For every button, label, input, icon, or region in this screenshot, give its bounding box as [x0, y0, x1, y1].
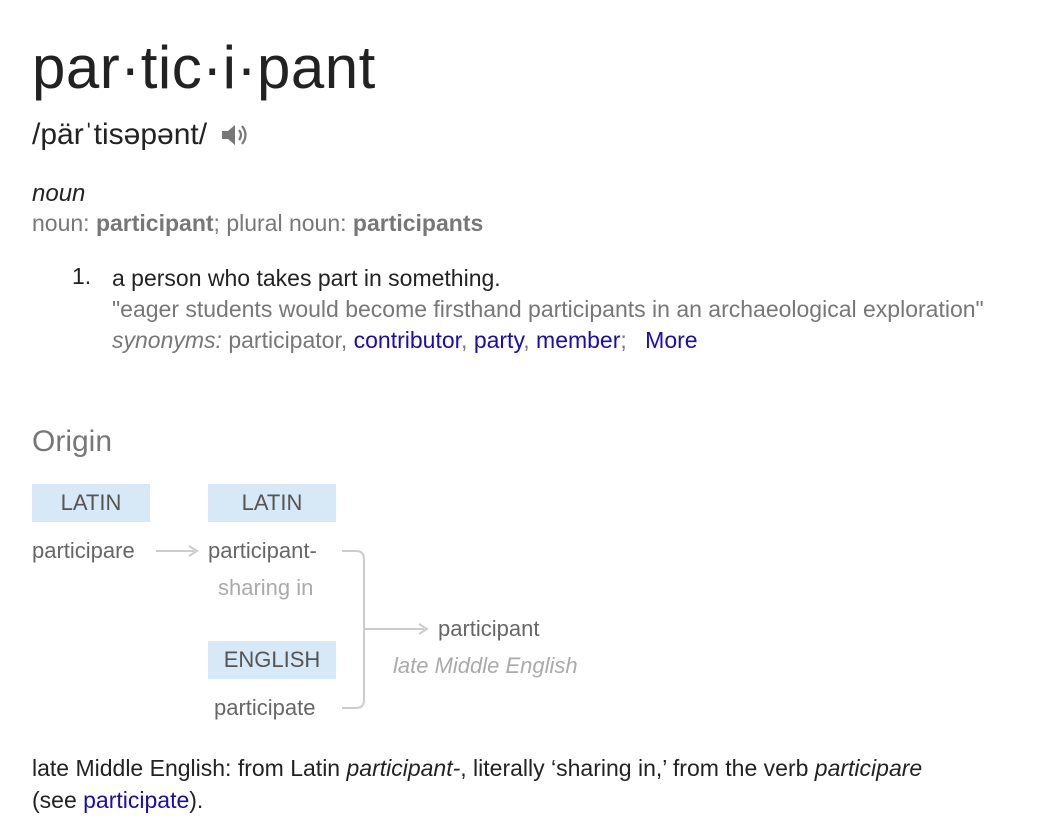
etymology-summary: late Middle English: from Latin particip…	[32, 752, 1052, 816]
summary-text-1: late Middle English: from Latin	[32, 755, 347, 781]
language-badge-latin-1: LATIN	[32, 484, 150, 522]
language-badge-english: ENGLISH	[208, 641, 336, 679]
etymology-result-gloss: late Middle English	[393, 653, 578, 678]
etymon-participant: participant-	[208, 538, 317, 563]
summary-text-4: ).	[189, 787, 204, 813]
summary-text-3: (see	[32, 787, 84, 813]
etymology-result-word: participant	[438, 616, 540, 641]
summary-italic-1: participant-	[346, 755, 461, 781]
etymology-connectors	[156, 545, 429, 709]
summary-text-2: , literally ‘sharing in,’ from the verb	[460, 755, 815, 781]
language-badge-latin-2: LATIN	[208, 484, 336, 522]
etymon-participare: participare	[32, 538, 135, 563]
participate-link[interactable]: participate	[83, 787, 189, 813]
etymon-gloss: sharing in	[218, 575, 314, 600]
summary-italic-2: participare	[814, 755, 923, 781]
etymon-participate: participate	[214, 695, 316, 720]
